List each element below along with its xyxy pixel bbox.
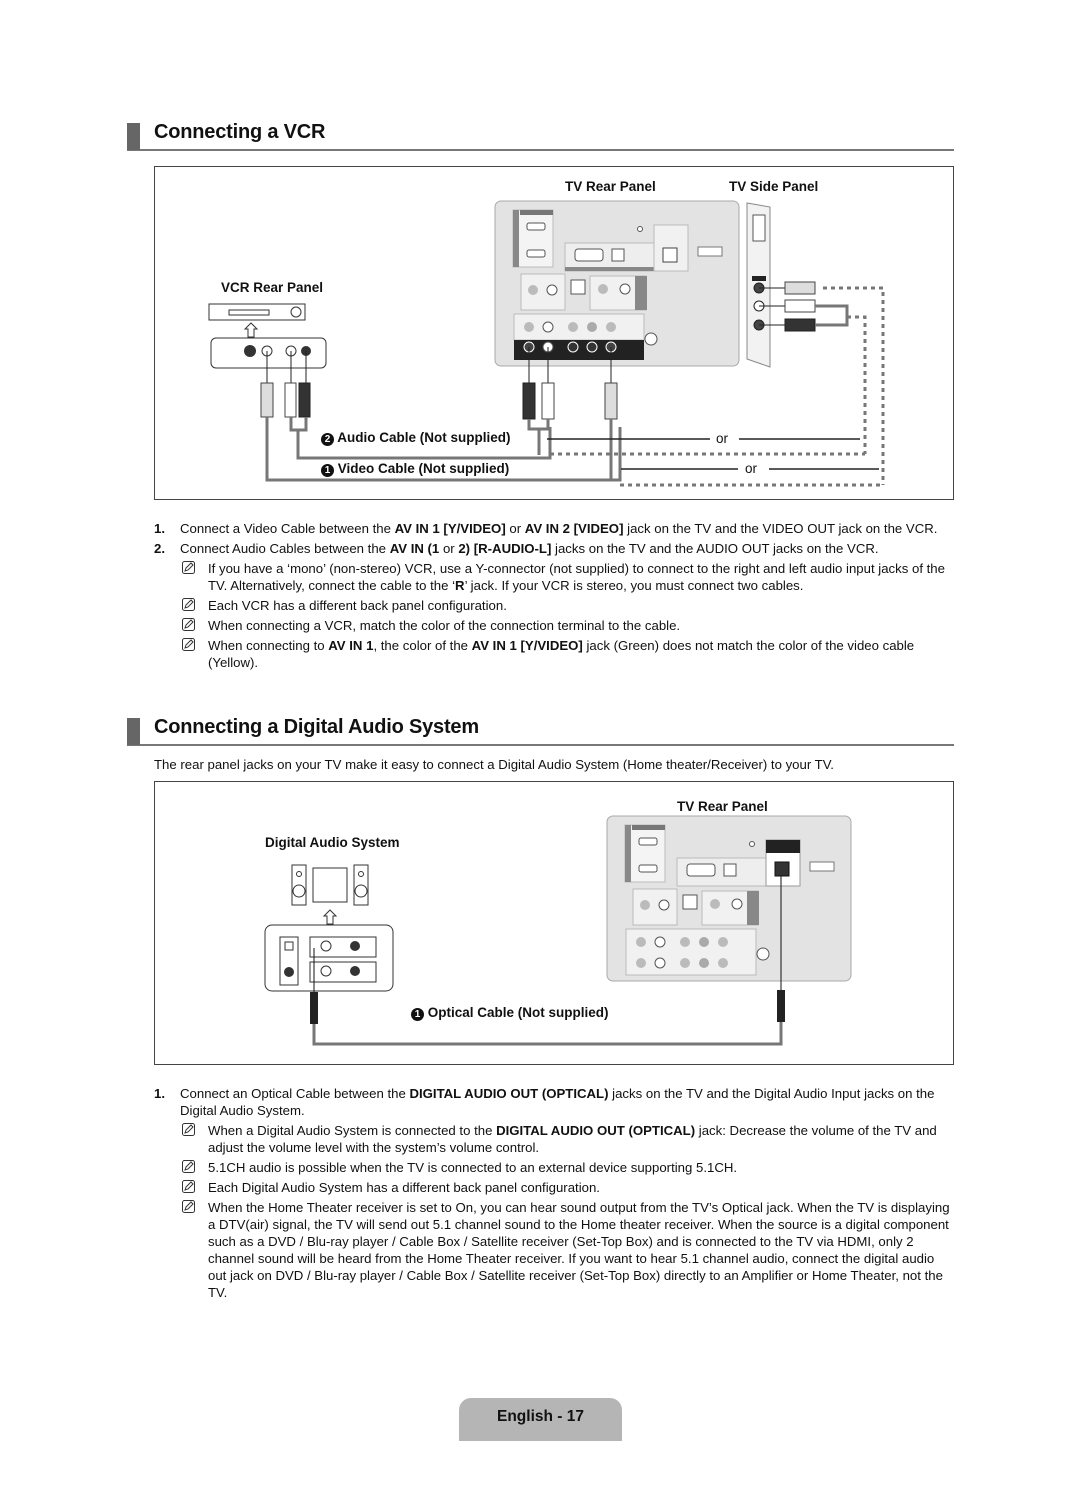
digital-audio-connection-diagram: TV Rear Panel Digital Audio System 1 Opt…: [154, 781, 954, 1065]
note-pencil-icon: [182, 638, 195, 651]
note-item: Each Digital Audio System has a differen…: [154, 1179, 954, 1196]
instruction-step: 1. Connect a Video Cable between the AV I…: [154, 520, 954, 537]
step-text: Connect a Video Cable between the AV IN …: [180, 521, 938, 536]
note-text: When the Home Theater receiver is set to…: [208, 1200, 950, 1300]
instruction-step: 2. Connect Audio Cables between the AV IN…: [154, 540, 954, 557]
note-text: When connecting to AV IN 1, the color of…: [208, 638, 915, 670]
note-pencil-icon: [182, 1160, 195, 1173]
vcr-connection-diagram: TV Rear Panel TV Side Panel VCR Rear Pan…: [154, 166, 954, 500]
circled-number-icon: 1: [411, 1008, 424, 1021]
digital-audio-system-label: Digital Audio System: [265, 835, 400, 850]
note-pencil-icon: [182, 1123, 195, 1136]
video-cable-label: 1 Video Cable (Not supplied): [321, 461, 509, 477]
note-item: Each VCR has a different back panel conf…: [154, 597, 954, 614]
vcr-instructions: 1. Connect a Video Cable between the AV I…: [154, 520, 954, 674]
tv-side-panel: [746, 202, 771, 368]
page-number-tab: English - 17: [459, 1398, 622, 1441]
note-text: 5.1CH audio is possible when the TV is c…: [208, 1160, 738, 1175]
step-number: 2.: [154, 541, 165, 556]
step-text: Connect an Optical Cable between the DIG…: [180, 1086, 935, 1118]
note-item: When a Digital Audio System is connected…: [154, 1122, 954, 1156]
circled-number-icon: 1: [321, 464, 334, 477]
vcr-rear-panel-label: VCR Rear Panel: [221, 280, 324, 295]
note-item: When connecting to AV IN 1, the color of…: [154, 637, 954, 671]
tv-rear-panel: [606, 815, 852, 982]
digital-audio-instructions: 1. Connect an Optical Cable between the D…: [154, 1085, 954, 1304]
tv-rear-panel-label: TV Rear Panel: [677, 799, 768, 814]
digital-audio-system-device: [264, 864, 394, 992]
note-pencil-icon: [182, 1200, 195, 1213]
section-heading-vcr: Connecting a VCR: [127, 121, 954, 151]
intro-paragraph: The rear panel jacks on your TV make it …: [154, 757, 834, 772]
note-text: When a Digital Audio System is connected…: [208, 1123, 937, 1155]
circled-number-icon: 2: [321, 433, 334, 446]
or-label: or: [745, 461, 758, 476]
section-title: Connecting a VCR: [154, 121, 326, 143]
heading-bar: [127, 718, 140, 745]
optical-cable-label: 1 Optical Cable (Not supplied): [411, 1005, 609, 1021]
tv-rear-panel: [494, 200, 740, 367]
note-item: 5.1CH audio is possible when the TV is c…: [154, 1159, 954, 1176]
note-pencil-icon: [182, 598, 195, 611]
step-number: 1.: [154, 1086, 165, 1101]
tv-rear-panel-label: TV Rear Panel: [565, 179, 656, 194]
step-text: Connect Audio Cables between the AV IN (…: [180, 541, 879, 556]
audio-cable-label: 2 Audio Cable (Not supplied): [321, 430, 511, 446]
note-text: Each VCR has a different back panel conf…: [208, 598, 507, 613]
note-text: If you have a ‘mono’ (non-stereo) VCR, u…: [208, 561, 945, 593]
note-text: When connecting a VCR, match the color o…: [208, 618, 681, 633]
note-item: When the Home Theater receiver is set to…: [154, 1199, 954, 1301]
tv-side-panel-label: TV Side Panel: [729, 179, 819, 194]
note-item: When connecting a VCR, match the color o…: [154, 617, 954, 634]
section-title: Connecting a Digital Audio System: [154, 716, 479, 738]
heading-bar: [127, 123, 140, 150]
step-number: 1.: [154, 521, 165, 536]
note-pencil-icon: [182, 1180, 195, 1193]
note-item: If you have a ‘mono’ (non-stereo) VCR, u…: [154, 560, 954, 594]
note-pencil-icon: [182, 618, 195, 631]
note-pencil-icon: [182, 561, 195, 574]
or-label: or: [716, 431, 729, 446]
instruction-step: 1. Connect an Optical Cable between the D…: [154, 1085, 954, 1119]
section-heading-digital-audio: Connecting a Digital Audio System: [127, 716, 954, 746]
note-text: Each Digital Audio System has a differen…: [208, 1180, 600, 1195]
